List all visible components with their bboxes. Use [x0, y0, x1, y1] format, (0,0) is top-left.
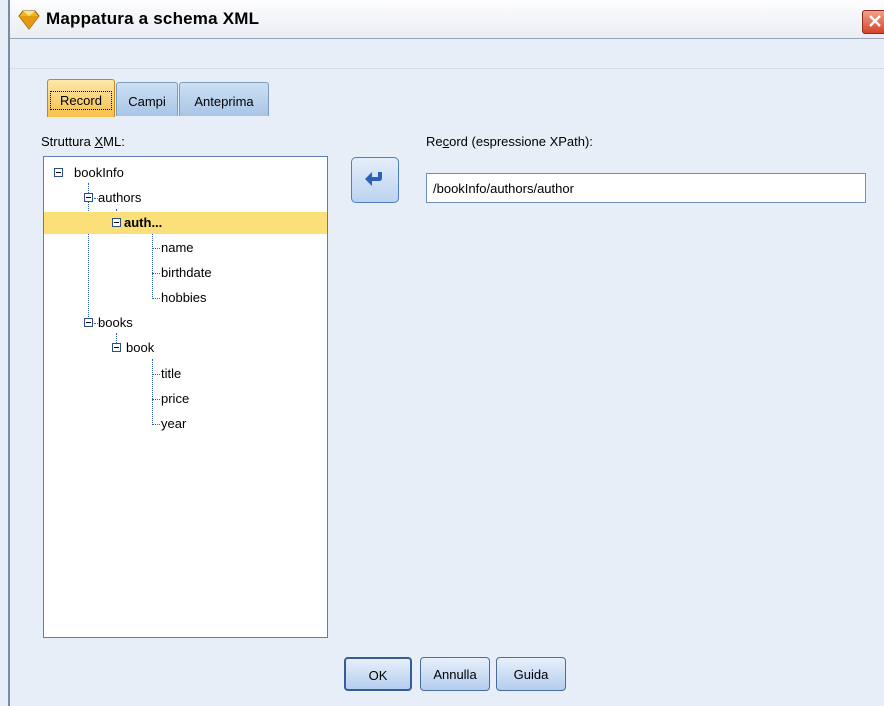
tab-record[interactable]: Record: [47, 79, 115, 117]
tree-node-book[interactable]: book: [112, 337, 154, 359]
tree-node-birthdate[interactable]: birthdate: [161, 262, 212, 284]
tree-node-author[interactable]: auth...: [44, 212, 327, 234]
tree-line: [152, 424, 160, 425]
tree-line: [152, 374, 160, 375]
structure-label: Struttura XML:: [41, 134, 125, 149]
collapse-icon[interactable]: [84, 193, 93, 202]
tree-line: [152, 248, 160, 249]
divider: [10, 68, 884, 69]
xpath-input[interactable]: [426, 173, 866, 203]
tab-campi[interactable]: Campi: [116, 82, 178, 116]
xml-structure-tree[interactable]: bookInfo authors auth... name birthdate …: [43, 156, 328, 638]
tree-line: [152, 399, 160, 400]
tree-line: [152, 298, 160, 299]
tree-node-year[interactable]: year: [161, 413, 186, 435]
collapse-icon[interactable]: [84, 318, 93, 327]
tree-line: [152, 233, 153, 299]
tree-node-name[interactable]: name: [161, 237, 194, 259]
tree-node-hobbies[interactable]: hobbies: [161, 287, 207, 309]
title-bar: Mappatura a schema XML: [10, 0, 884, 39]
cancel-button[interactable]: Annulla: [420, 657, 490, 691]
close-button[interactable]: [862, 10, 884, 34]
record-label: Record (espressione XPath):: [426, 134, 593, 149]
tree-node-title[interactable]: title: [161, 363, 181, 385]
close-icon: [869, 15, 881, 27]
set-record-button[interactable]: [351, 157, 399, 203]
collapse-icon[interactable]: [54, 168, 63, 177]
tree-node-bookinfo[interactable]: bookInfo: [54, 162, 124, 184]
tree-line: [152, 359, 153, 425]
tab-anteprima[interactable]: Anteprima: [179, 82, 269, 116]
tree-node-books[interactable]: books: [84, 312, 133, 334]
help-button[interactable]: Guida: [496, 657, 566, 691]
gem-icon: [18, 10, 40, 30]
collapse-icon[interactable]: [112, 218, 121, 227]
ok-button[interactable]: OK: [344, 657, 412, 691]
arrow-left-icon: [365, 172, 382, 186]
collapse-icon[interactable]: [112, 343, 121, 352]
dialog-window: Mappatura a schema XML Record Campi Ante…: [8, 0, 884, 706]
tree-node-authors[interactable]: authors: [84, 187, 141, 209]
window-title: Mappatura a schema XML: [46, 9, 260, 28]
tree-line: [152, 273, 160, 274]
tree-node-price[interactable]: price: [161, 388, 189, 410]
